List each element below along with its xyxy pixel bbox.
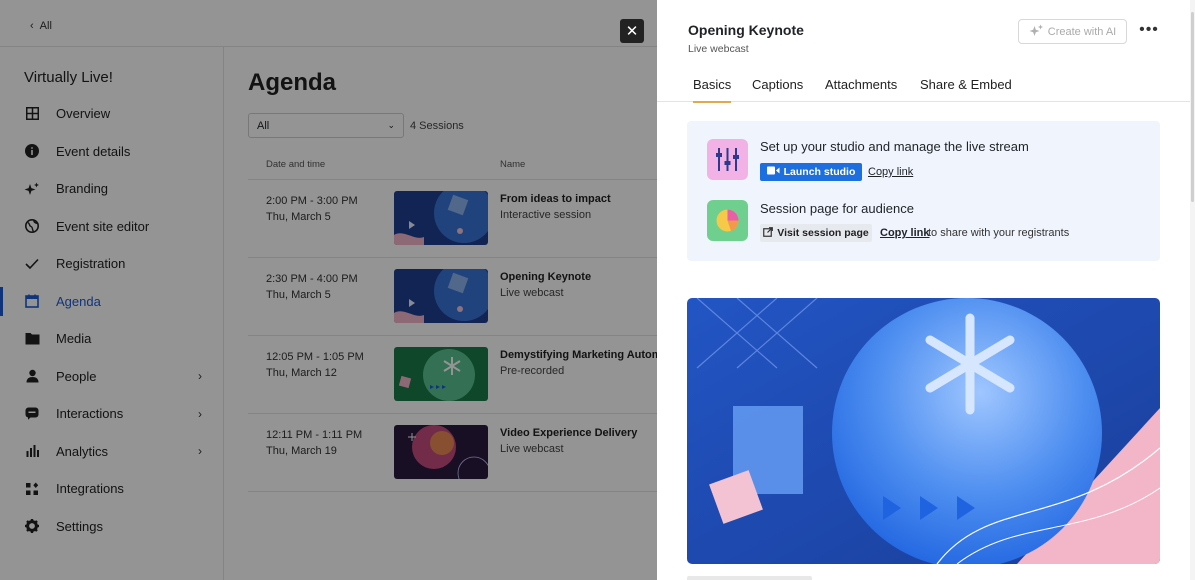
tab-share-embed[interactable]: Share & Embed: [920, 77, 1012, 101]
studio-card: Set up your studio and manage the live s…: [687, 121, 1160, 261]
cover-caption-placeholder: [687, 576, 812, 580]
pie-chart-icon: [707, 200, 748, 241]
share-helper-text: to share with your registrants: [928, 227, 1070, 239]
modal-backdrop[interactable]: [0, 0, 657, 580]
visit-session-page-label: Visit session page: [777, 227, 869, 239]
scrollbar[interactable]: [1190, 0, 1195, 580]
audience-heading: Session page for audience: [760, 201, 914, 216]
session-drawer: Opening Keynote Live webcast Create with…: [657, 0, 1195, 580]
tab-basics[interactable]: Basics: [693, 77, 732, 103]
close-icon: ✕: [625, 23, 639, 40]
scrollbar-thumb[interactable]: [1191, 12, 1194, 202]
session-title: Opening Keynote: [688, 22, 804, 38]
external-link-icon: [763, 226, 774, 240]
tab-attachments[interactable]: Attachments: [825, 77, 897, 101]
session-type: Live webcast: [688, 43, 749, 55]
launch-studio-button[interactable]: Launch studio: [760, 163, 862, 181]
create-with-ai-label: Create with AI: [1047, 25, 1117, 38]
tab-captions[interactable]: Captions: [752, 77, 803, 101]
session-cover-image[interactable]: [687, 298, 1160, 564]
close-drawer-button[interactable]: ✕: [620, 19, 644, 43]
studio-heading: Set up your studio and manage the live s…: [760, 139, 1029, 154]
equalizer-icon: [707, 139, 748, 180]
video-camera-icon: [766, 166, 780, 178]
sparkle-icon: [1029, 24, 1044, 40]
visit-session-page-button[interactable]: Visit session page: [760, 224, 872, 242]
more-options-button[interactable]: •••: [1137, 18, 1161, 42]
more-icon: •••: [1139, 21, 1159, 38]
launch-studio-label: Launch studio: [783, 166, 856, 178]
copy-studio-link[interactable]: Copy link: [868, 166, 913, 178]
drawer-tabs: Basics Captions Attachments Share & Embe…: [657, 70, 1193, 103]
create-with-ai-button[interactable]: Create with AI: [1018, 19, 1127, 44]
copy-session-link[interactable]: Copy link: [880, 227, 930, 239]
